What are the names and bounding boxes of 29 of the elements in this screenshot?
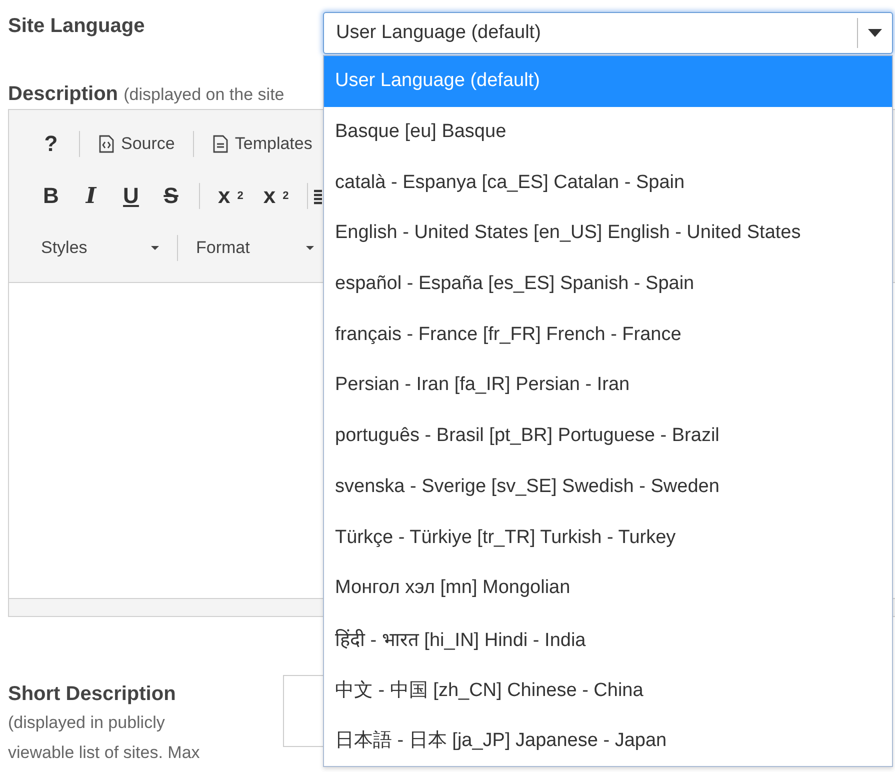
style-dropdown[interactable]: Format (188, 234, 322, 262)
language-option[interactable]: français - France [fr_FR] French - France (324, 309, 892, 360)
help-button[interactable]: ? (33, 127, 69, 161)
strikethrough-button[interactable]: S (153, 179, 189, 213)
field-label: Short Description (8, 682, 177, 706)
language-option[interactable]: Basque [eu] Basque (324, 106, 892, 158)
bold-button[interactable]: B (33, 179, 69, 213)
field-label: Site Language (8, 14, 146, 38)
language-option[interactable]: 中文 - 中国 [zh_CN] Chinese - China (324, 664, 892, 715)
language-option[interactable]: català - Espanya [ca_ES] Catalan - Spain (324, 157, 892, 208)
superscript-button[interactable]: x$^{2}$ (255, 179, 297, 213)
templates-button[interactable]: Templates (204, 130, 320, 158)
language-option[interactable]: Persian - Iran [fa_IR] Persian - Iran (324, 360, 892, 411)
language-option[interactable]: svenska - Sverige [sv_SE] Swedish - Sweden (324, 462, 892, 512)
language-option[interactable]: español - España [es_ES] Spanish - Spain (324, 258, 892, 310)
underline-button[interactable]: U (113, 179, 149, 213)
language-select[interactable]: User Language (default) (323, 12, 893, 54)
language-option[interactable]: 日本語 - 日本 [ja_JP] Japanese - Japan (324, 714, 892, 766)
field-label: Description (8, 82, 118, 105)
language-option[interactable]: Монгол хэл [mn] Mongolian (324, 562, 892, 614)
style-dropdown[interactable]: Styles (33, 234, 167, 262)
language-option[interactable]: Türkçe - Türkiye [tr_TR] Turkish - Turkey (324, 512, 892, 563)
source-button[interactable]: Source (90, 130, 183, 158)
field-hint: (displayed in publicly viewable list of sites. Max (8, 712, 201, 764)
italic-button[interactable]: I (73, 179, 109, 213)
language-option[interactable]: English - United States [en_US] English - United States (324, 208, 892, 259)
language-option[interactable]: हिंदी - भारत [hi_IN] Hindi - India (324, 614, 892, 664)
field-hint: (displayed on the site (124, 85, 284, 104)
language-option[interactable]: português - Brasil [pt_BR] Portuguese - Brazil (324, 410, 892, 462)
